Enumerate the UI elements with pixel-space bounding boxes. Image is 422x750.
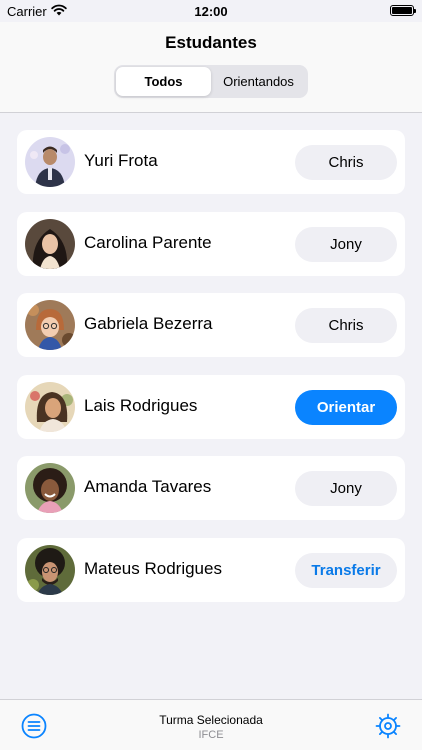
student-name: Gabriela Bezerra — [84, 314, 213, 333]
student-card[interactable]: Amanda Tavares Jony — [17, 456, 405, 520]
gear-icon[interactable] — [375, 713, 401, 739]
avatar — [25, 544, 75, 595]
navigation-bar: Estudantes Todos Orientandos — [0, 22, 422, 113]
student-card[interactable]: Carolina Parente Jony — [17, 211, 405, 276]
selected-class-name: IFCE — [198, 729, 224, 741]
assign-button[interactable]: Jony — [295, 471, 397, 506]
segment-orientandos[interactable]: Orientandos — [211, 67, 306, 96]
page-title: Estudantes — [165, 33, 257, 52]
avatar — [25, 218, 75, 269]
assign-button[interactable]: Jony — [295, 226, 397, 262]
student-name: Mateus Rodrigues — [84, 558, 222, 578]
student-name: Lais Rodrigues — [84, 395, 198, 415]
clock: 12:00 — [194, 4, 228, 19]
assign-button[interactable]: Chris — [295, 308, 397, 343]
avatar — [25, 463, 75, 513]
student-card[interactable]: Gabriela Bezerra Chris — [17, 293, 405, 357]
selected-class: Turma Selecionada IFCE — [0, 713, 422, 741]
avatar — [25, 381, 75, 432]
student-name: Amanda Tavares — [84, 477, 212, 496]
student-list: Yuri Frota Chris Carolina Parente Jony G… — [17, 130, 405, 619]
student-card[interactable]: Lais Rodrigues Orientar — [17, 374, 405, 439]
student-name: Carolina Parente — [84, 232, 212, 252]
student-card[interactable]: Mateus Rodrigues Transferir — [17, 537, 405, 602]
battery-icon — [390, 5, 416, 16]
segmented-control: Todos Orientandos — [114, 65, 308, 98]
avatar — [25, 137, 75, 187]
student-card[interactable]: Yuri Frota Chris — [17, 130, 405, 194]
bottom-toolbar: Turma Selecionada IFCE — [0, 699, 422, 750]
segment-todos[interactable]: Todos — [116, 67, 211, 96]
student-name: Yuri Frota — [84, 151, 158, 170]
transferir-button[interactable]: Transferir — [295, 552, 397, 588]
assign-button[interactable]: Chris — [295, 145, 397, 180]
status-bar: Carrier 12:00 — [0, 0, 422, 22]
orientar-button[interactable]: Orientar — [295, 389, 397, 425]
avatar — [25, 300, 75, 350]
selected-class-title: Turma Selecionada — [159, 713, 263, 727]
